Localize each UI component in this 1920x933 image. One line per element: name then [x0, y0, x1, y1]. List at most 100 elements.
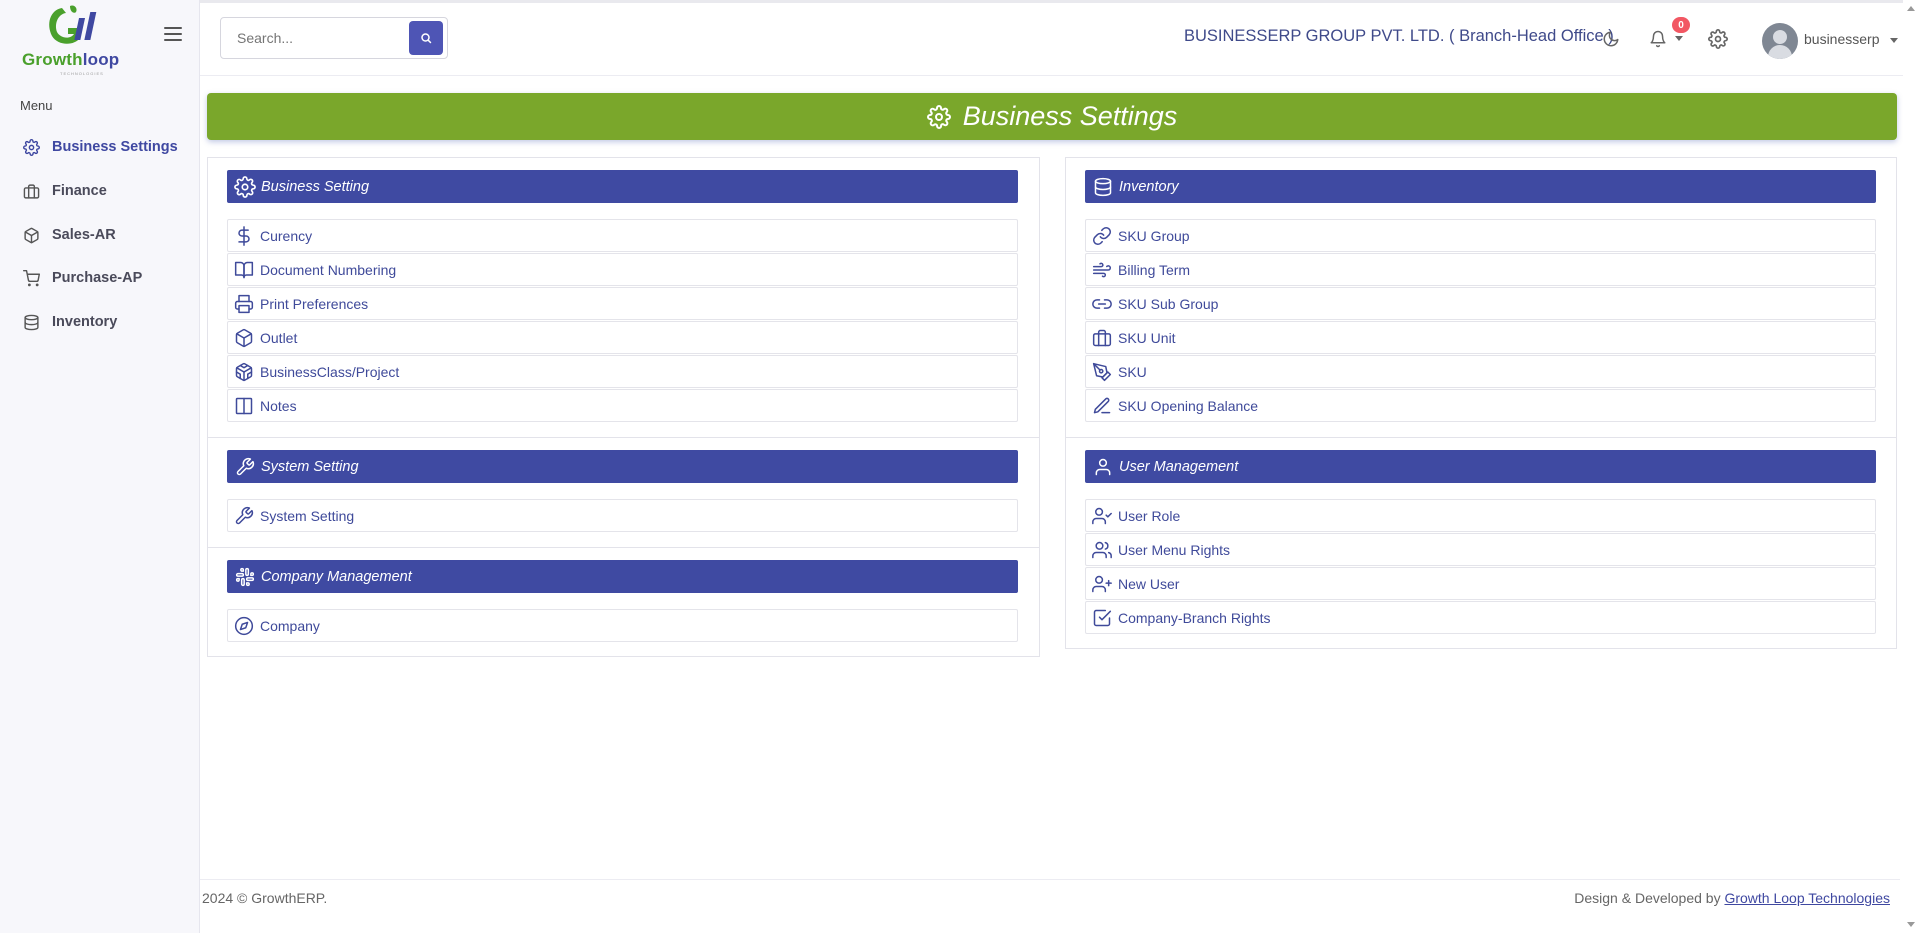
book-open-icon: [232, 258, 256, 282]
wrench-icon: [233, 455, 257, 479]
copyright-text: 2024 © GrowthERP.: [202, 890, 328, 906]
growthloop-logo-icon: [49, 5, 97, 44]
sidebar-item-business-settings[interactable]: Business Settings: [20, 134, 196, 160]
section-title: System Setting: [261, 458, 359, 475]
link-user-menu-rights[interactable]: User Menu Rights: [1085, 533, 1876, 566]
sidebar-item-label: Sales-AR: [52, 227, 116, 243]
moon-icon: [1603, 31, 1619, 47]
brand-tagline: TECHNOLOGIES: [60, 71, 104, 76]
link-billing-term[interactable]: Billing Term: [1085, 253, 1876, 286]
cube-icon: [20, 224, 42, 246]
link-label: Print Preferences: [260, 295, 369, 312]
sidebar-item-purchase-ap[interactable]: Purchase-AP: [20, 265, 196, 291]
search-box: [220, 17, 448, 59]
scroll-down-arrow-icon[interactable]: [1907, 922, 1915, 927]
link-label: SKU Sub Group: [1118, 295, 1219, 312]
slack-icon: [233, 565, 257, 589]
dark-mode-toggle[interactable]: [1599, 27, 1623, 51]
user-plus-icon: [1090, 572, 1114, 596]
users-icon: [1090, 538, 1114, 562]
link-company[interactable]: Company: [227, 609, 1018, 642]
link-label: User Menu Rights: [1118, 541, 1231, 558]
database-icon: [20, 311, 42, 333]
company-management-header: Company Management: [227, 560, 1018, 593]
check-square-icon: [1090, 606, 1114, 630]
brand-name: Growthloop: [22, 50, 120, 69]
gear-icon: [233, 175, 257, 199]
database-icon: [1091, 175, 1115, 199]
link-sku-sub-group[interactable]: SKU Sub Group: [1085, 287, 1876, 320]
link-curency[interactable]: Curency: [227, 219, 1018, 252]
gear-icon: [926, 104, 951, 129]
link-new-user[interactable]: New User: [1085, 567, 1876, 600]
user-menu-chevron-down-icon[interactable]: [1890, 38, 1898, 43]
top-header: BUSINESSERP GROUP PVT. LTD. ( Branch-Hea…: [200, 0, 1920, 76]
link-label: BusinessClass/Project: [260, 363, 400, 380]
gear-icon: [20, 136, 42, 158]
link-label: Document Numbering: [260, 261, 397, 278]
link-document-numbering[interactable]: Document Numbering: [227, 253, 1018, 286]
link-label: Company-Branch Rights: [1118, 609, 1271, 626]
link-label: Company: [260, 617, 320, 634]
link-company-branch-rights[interactable]: Company-Branch Rights: [1085, 601, 1876, 634]
link-label: SKU Opening Balance: [1118, 397, 1259, 414]
link-print-preferences[interactable]: Print Preferences: [227, 287, 1018, 320]
link-sku-opening-balance[interactable]: SKU Opening Balance: [1085, 389, 1876, 422]
search-button[interactable]: [409, 21, 443, 55]
menu-toggle-icon[interactable]: [164, 27, 182, 43]
user-avatar[interactable]: [1762, 23, 1798, 59]
wrench-icon: [232, 504, 256, 528]
user-icon: [1091, 455, 1115, 479]
printer-icon: [232, 292, 256, 316]
gear-icon: [1708, 29, 1728, 49]
user-check-icon: [1090, 504, 1114, 528]
link-label: SKU Unit: [1118, 329, 1176, 346]
credit-prefix: Design & Developed by: [1574, 890, 1725, 906]
columns-icon: [232, 394, 256, 418]
notification-count-badge: 0: [1672, 17, 1690, 33]
company-branch-title: BUSINESSERP GROUP PVT. LTD. ( Branch-Hea…: [1184, 27, 1614, 45]
page-title: Business Settings: [962, 101, 1178, 131]
vertical-scrollbar[interactable]: [1903, 0, 1920, 933]
link-user-role[interactable]: User Role: [1085, 499, 1876, 532]
business-setting-header: Business Setting: [227, 170, 1018, 203]
link-businessclass-project[interactable]: BusinessClass/Project: [227, 355, 1018, 388]
link-icon: [1090, 224, 1114, 248]
box-icon: [232, 326, 256, 350]
app-root: Growthloop TECHNOLOGIES Menu Business Se…: [0, 0, 1920, 933]
link-system-setting[interactable]: System Setting: [227, 499, 1018, 532]
brand-logo[interactable]: Growthloop TECHNOLOGIES: [20, 4, 130, 76]
link-label: System Setting: [260, 507, 355, 524]
pencil-icon: [1090, 394, 1114, 418]
scroll-up-arrow-icon[interactable]: [1907, 6, 1915, 11]
search-input[interactable]: [237, 30, 397, 46]
pen-tool-icon: [1090, 360, 1114, 384]
sidebar-item-label: Inventory: [52, 314, 118, 330]
link-label: SKU: [1118, 363, 1147, 380]
section-title: Inventory: [1119, 178, 1179, 195]
settings-button[interactable]: [1706, 27, 1730, 51]
sidebar-item-finance[interactable]: Finance: [20, 178, 196, 204]
link-sku[interactable]: SKU: [1085, 355, 1876, 388]
page-footer: 2024 © GrowthERP. Design & Developed by …: [200, 879, 1900, 919]
link-2-icon: [1090, 292, 1114, 316]
notifications-chevron-down-icon: [1675, 36, 1683, 41]
section-title: Business Setting: [261, 178, 370, 195]
sidebar: Growthloop TECHNOLOGIES Menu Business Se…: [0, 0, 200, 933]
search-icon: [421, 33, 432, 44]
link-outlet[interactable]: Outlet: [227, 321, 1018, 354]
link-label: New User: [1118, 575, 1180, 592]
link-notes[interactable]: Notes: [227, 389, 1018, 422]
credit-link[interactable]: Growth Loop Technologies: [1724, 890, 1890, 906]
dollar-icon: [232, 224, 256, 248]
bell-icon: [1650, 30, 1666, 48]
link-sku-group[interactable]: SKU Group: [1085, 219, 1876, 252]
section-title: User Management: [1119, 458, 1239, 475]
sidebar-item-inventory[interactable]: Inventory: [20, 309, 196, 335]
section-title: Company Management: [261, 568, 412, 585]
notifications-button[interactable]: [1646, 27, 1670, 51]
sidebar-item-sales-ar[interactable]: Sales-AR: [20, 222, 196, 248]
link-sku-unit[interactable]: SKU Unit: [1085, 321, 1876, 354]
user-menu[interactable]: businesserp: [1804, 31, 1880, 47]
user-management-header: User Management: [1085, 450, 1876, 483]
